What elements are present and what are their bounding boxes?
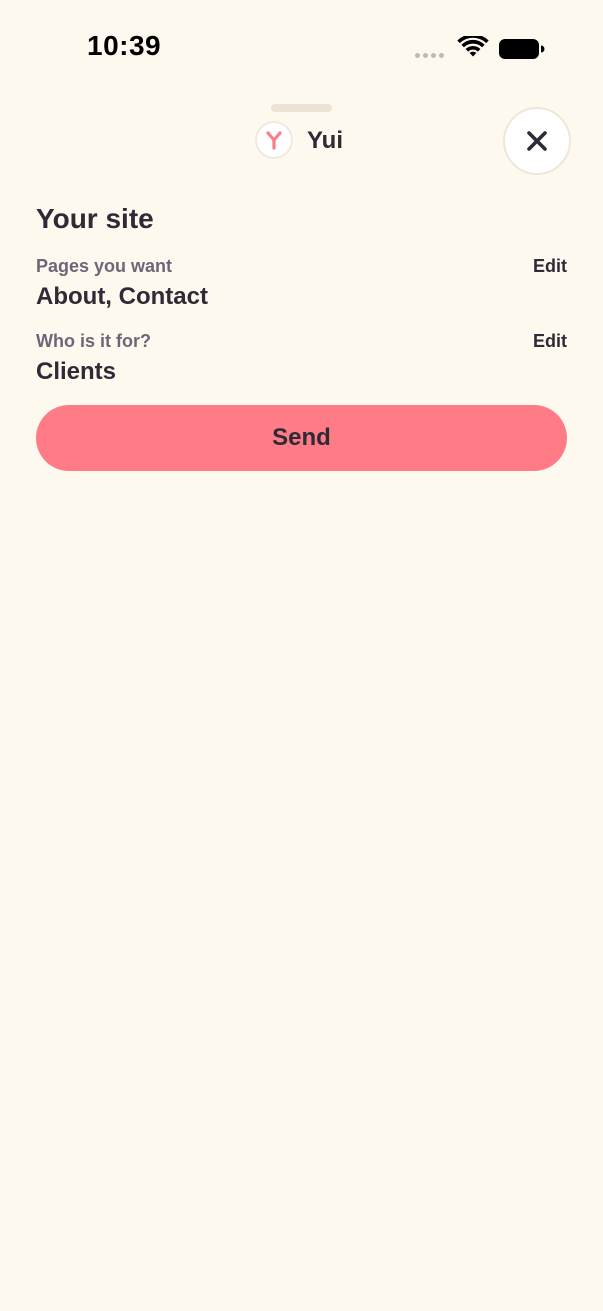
close-icon xyxy=(527,131,547,151)
yui-logo-icon xyxy=(266,131,282,150)
field-label: Who is it for? xyxy=(36,331,151,351)
chat-header: Yui xyxy=(0,107,603,175)
avatar xyxy=(255,121,293,159)
sheet-grabber[interactable] xyxy=(271,104,332,112)
send-button[interactable]: Send xyxy=(36,405,567,471)
field-pages: Pages you want Edit About, Contact xyxy=(36,254,567,314)
close-button[interactable] xyxy=(503,107,571,175)
field-label: Pages you want xyxy=(36,256,173,276)
assistant-name: Yui xyxy=(307,127,344,154)
field-value: About, Contact xyxy=(36,283,208,310)
signal-icon xyxy=(415,53,444,58)
wifi-icon xyxy=(457,36,489,57)
site-summary: Your site Pages you want Edit About, Con… xyxy=(36,200,567,389)
section-title: Your site xyxy=(36,203,154,234)
battery-icon xyxy=(499,39,545,59)
field-audience: Who is it for? Edit Clients xyxy=(36,329,567,389)
edit-audience-link[interactable]: Edit xyxy=(533,329,567,353)
status-bar: 10:39 xyxy=(0,0,603,96)
edit-pages-link[interactable]: Edit xyxy=(533,254,567,278)
field-value: Clients xyxy=(36,358,117,385)
status-time: 10:39 xyxy=(87,30,162,61)
